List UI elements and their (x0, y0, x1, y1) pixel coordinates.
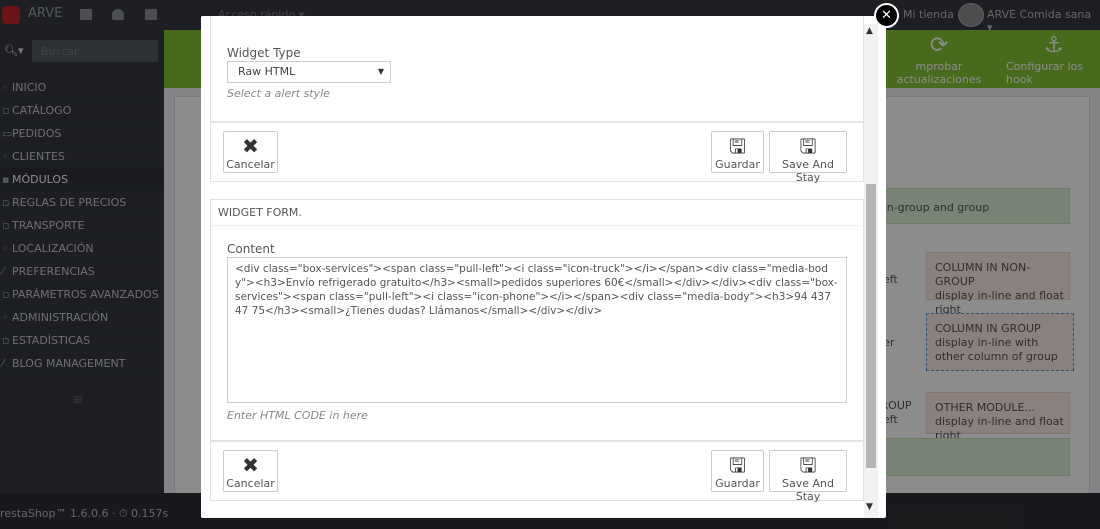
close-icon: ✖ (242, 134, 259, 158)
chevron-down-icon: ▼ (377, 67, 384, 76)
close-icon: ✖ (242, 453, 259, 477)
form-footer-top: ✖ Cancelar 🖫︎ Guardar 🖫︎ Save And Stay (210, 122, 864, 184)
scroll-up-icon[interactable]: ▲ (866, 26, 873, 36)
widget-type-section: Widget Type Raw HTML ▼ Select a alert st… (210, 16, 864, 122)
panel-heading: WIDGET FORM. (211, 200, 863, 226)
form-footer-bottom: ✖ Cancelar 🖫︎ Guardar 🖫︎ Save And Stay (210, 441, 864, 503)
content-help: Enter HTML CODE in here (227, 409, 368, 422)
save-and-stay-button[interactable]: 🖫︎ Save And Stay (769, 131, 847, 184)
floppy-disk-icon: 🖫︎ (728, 134, 747, 158)
floppy-disk-icon: 🖫︎ (799, 134, 817, 158)
widget-type-help: Select a alert style (227, 87, 330, 100)
cancel-button[interactable]: ✖ Cancelar (223, 450, 278, 492)
content-textarea[interactable]: <div class="box-services"><span class="p… (227, 257, 847, 403)
save-button[interactable]: 🖫︎ Guardar (711, 131, 764, 173)
widget-type-value: Raw HTML (238, 65, 296, 78)
widget-form-panel: WIDGET FORM. Content <div class="box-ser… (210, 199, 864, 441)
save-label: Guardar (715, 477, 760, 490)
modal-body: Widget Type Raw HTML ▼ Select a alert st… (201, 16, 864, 518)
save-and-stay-button[interactable]: 🖫︎ Save And Stay (769, 450, 847, 503)
close-icon: ✕ (881, 8, 892, 23)
floppy-disk-icon: 🖫︎ (799, 453, 817, 477)
widget-type-select[interactable]: Raw HTML ▼ (227, 61, 391, 83)
save-and-stay-label: Save And Stay (782, 477, 834, 503)
floppy-disk-icon: 🖫︎ (728, 453, 747, 477)
cancel-label: Cancelar (226, 477, 275, 490)
save-button[interactable]: 🖫︎ Guardar (711, 450, 764, 492)
save-label: Guardar (715, 158, 760, 171)
modal-scrollbar[interactable]: ▲ ▼ (864, 24, 878, 518)
save-and-stay-label: Save And Stay (782, 158, 834, 184)
cancel-label: Cancelar (226, 158, 275, 171)
widget-type-label: Widget Type (227, 46, 301, 60)
scroll-down-icon[interactable]: ▼ (866, 502, 873, 512)
modal-close-button[interactable]: ✕ (874, 3, 899, 28)
widget-modal: Widget Type Raw HTML ▼ Select a alert st… (201, 16, 886, 518)
scrollbar-thumb[interactable] (866, 184, 876, 468)
content-label: Content (227, 242, 275, 256)
cancel-button[interactable]: ✖ Cancelar (223, 131, 278, 173)
